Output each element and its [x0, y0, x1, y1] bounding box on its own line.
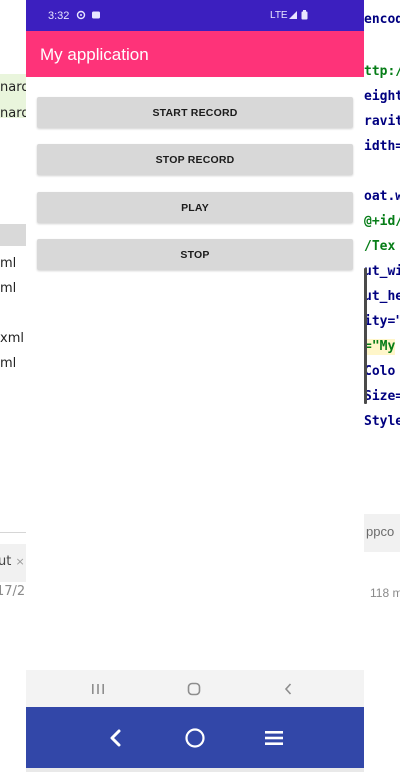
- main-content: START RECORD STOP RECORD PLAY STOP: [26, 77, 364, 670]
- home-icon[interactable]: [174, 670, 214, 707]
- divider: [0, 532, 26, 533]
- log-text: 118 m: [370, 586, 400, 600]
- status-bar: 3:32 LTE: [26, 0, 364, 31]
- emulator-nav-bar: [26, 707, 364, 768]
- recents-icon[interactable]: [78, 670, 118, 707]
- editor-scrollbar[interactable]: [364, 268, 367, 404]
- code-line: ="My: [364, 339, 396, 355]
- ide-tab[interactable]: ut ×: [0, 554, 25, 569]
- signal-icon: [288, 10, 298, 23]
- code-line: Colo: [364, 364, 396, 379]
- code-line: ut_wi: [364, 264, 400, 279]
- code-line: /Tex: [364, 239, 396, 254]
- code-line: eight: [364, 89, 400, 104]
- back-icon[interactable]: [268, 670, 308, 707]
- emulator-screen: 3:32 LTE My application START RECORD STO…: [26, 0, 364, 772]
- code-line: ity=": [364, 314, 400, 329]
- code-line: ut_he: [364, 289, 400, 304]
- ide-tab-label: ut: [0, 554, 12, 569]
- code-line: Size=: [364, 389, 400, 404]
- project-file-item[interactable]: nard: [0, 106, 26, 121]
- project-file-item[interactable]: ml: [0, 281, 16, 296]
- device-bezel: [26, 768, 364, 772]
- battery-icon: [301, 10, 308, 23]
- close-icon[interactable]: ×: [15, 555, 24, 568]
- back-icon[interactable]: [94, 707, 138, 768]
- system-nav-bar: [26, 670, 364, 707]
- ide-code-editor: encod ttp:/ eight ravit idth= oat.w @+id…: [364, 0, 400, 772]
- app-bar: My application: [26, 31, 364, 77]
- stop-button[interactable]: STOP: [37, 239, 353, 270]
- app-title: My application: [40, 45, 149, 64]
- project-file-item[interactable]: nard: [0, 80, 26, 95]
- ide-project-pane: nard nard ml ml xml ml ut × 17/2: [0, 0, 26, 772]
- code-line: @+id/: [364, 214, 400, 229]
- play-button[interactable]: PLAY: [37, 192, 353, 223]
- code-line: oat.w: [364, 189, 400, 204]
- project-file-item[interactable]: ml: [0, 256, 16, 271]
- stop-record-button[interactable]: STOP RECORD: [37, 144, 353, 175]
- home-icon[interactable]: [173, 707, 217, 768]
- pane-header: [0, 224, 26, 246]
- code-line: encod: [364, 12, 400, 27]
- code-line: Style: [364, 414, 400, 429]
- code-line: idth=: [364, 139, 400, 154]
- network-type: LTE: [270, 10, 288, 21]
- project-file-item[interactable]: ml: [0, 356, 16, 371]
- code-line: ttp:/: [364, 64, 400, 79]
- status-time: 3:32: [48, 10, 70, 22]
- project-file-item[interactable]: xml: [0, 331, 24, 346]
- gear-icon: [76, 10, 86, 23]
- sim-icon: [91, 10, 101, 23]
- menu-icon[interactable]: [252, 707, 296, 768]
- start-record-button[interactable]: START RECORD: [37, 97, 353, 128]
- ide-tab-label[interactable]: ppco: [366, 524, 394, 539]
- log-text: 17/2: [0, 584, 26, 599]
- code-line: ravit: [364, 114, 400, 129]
